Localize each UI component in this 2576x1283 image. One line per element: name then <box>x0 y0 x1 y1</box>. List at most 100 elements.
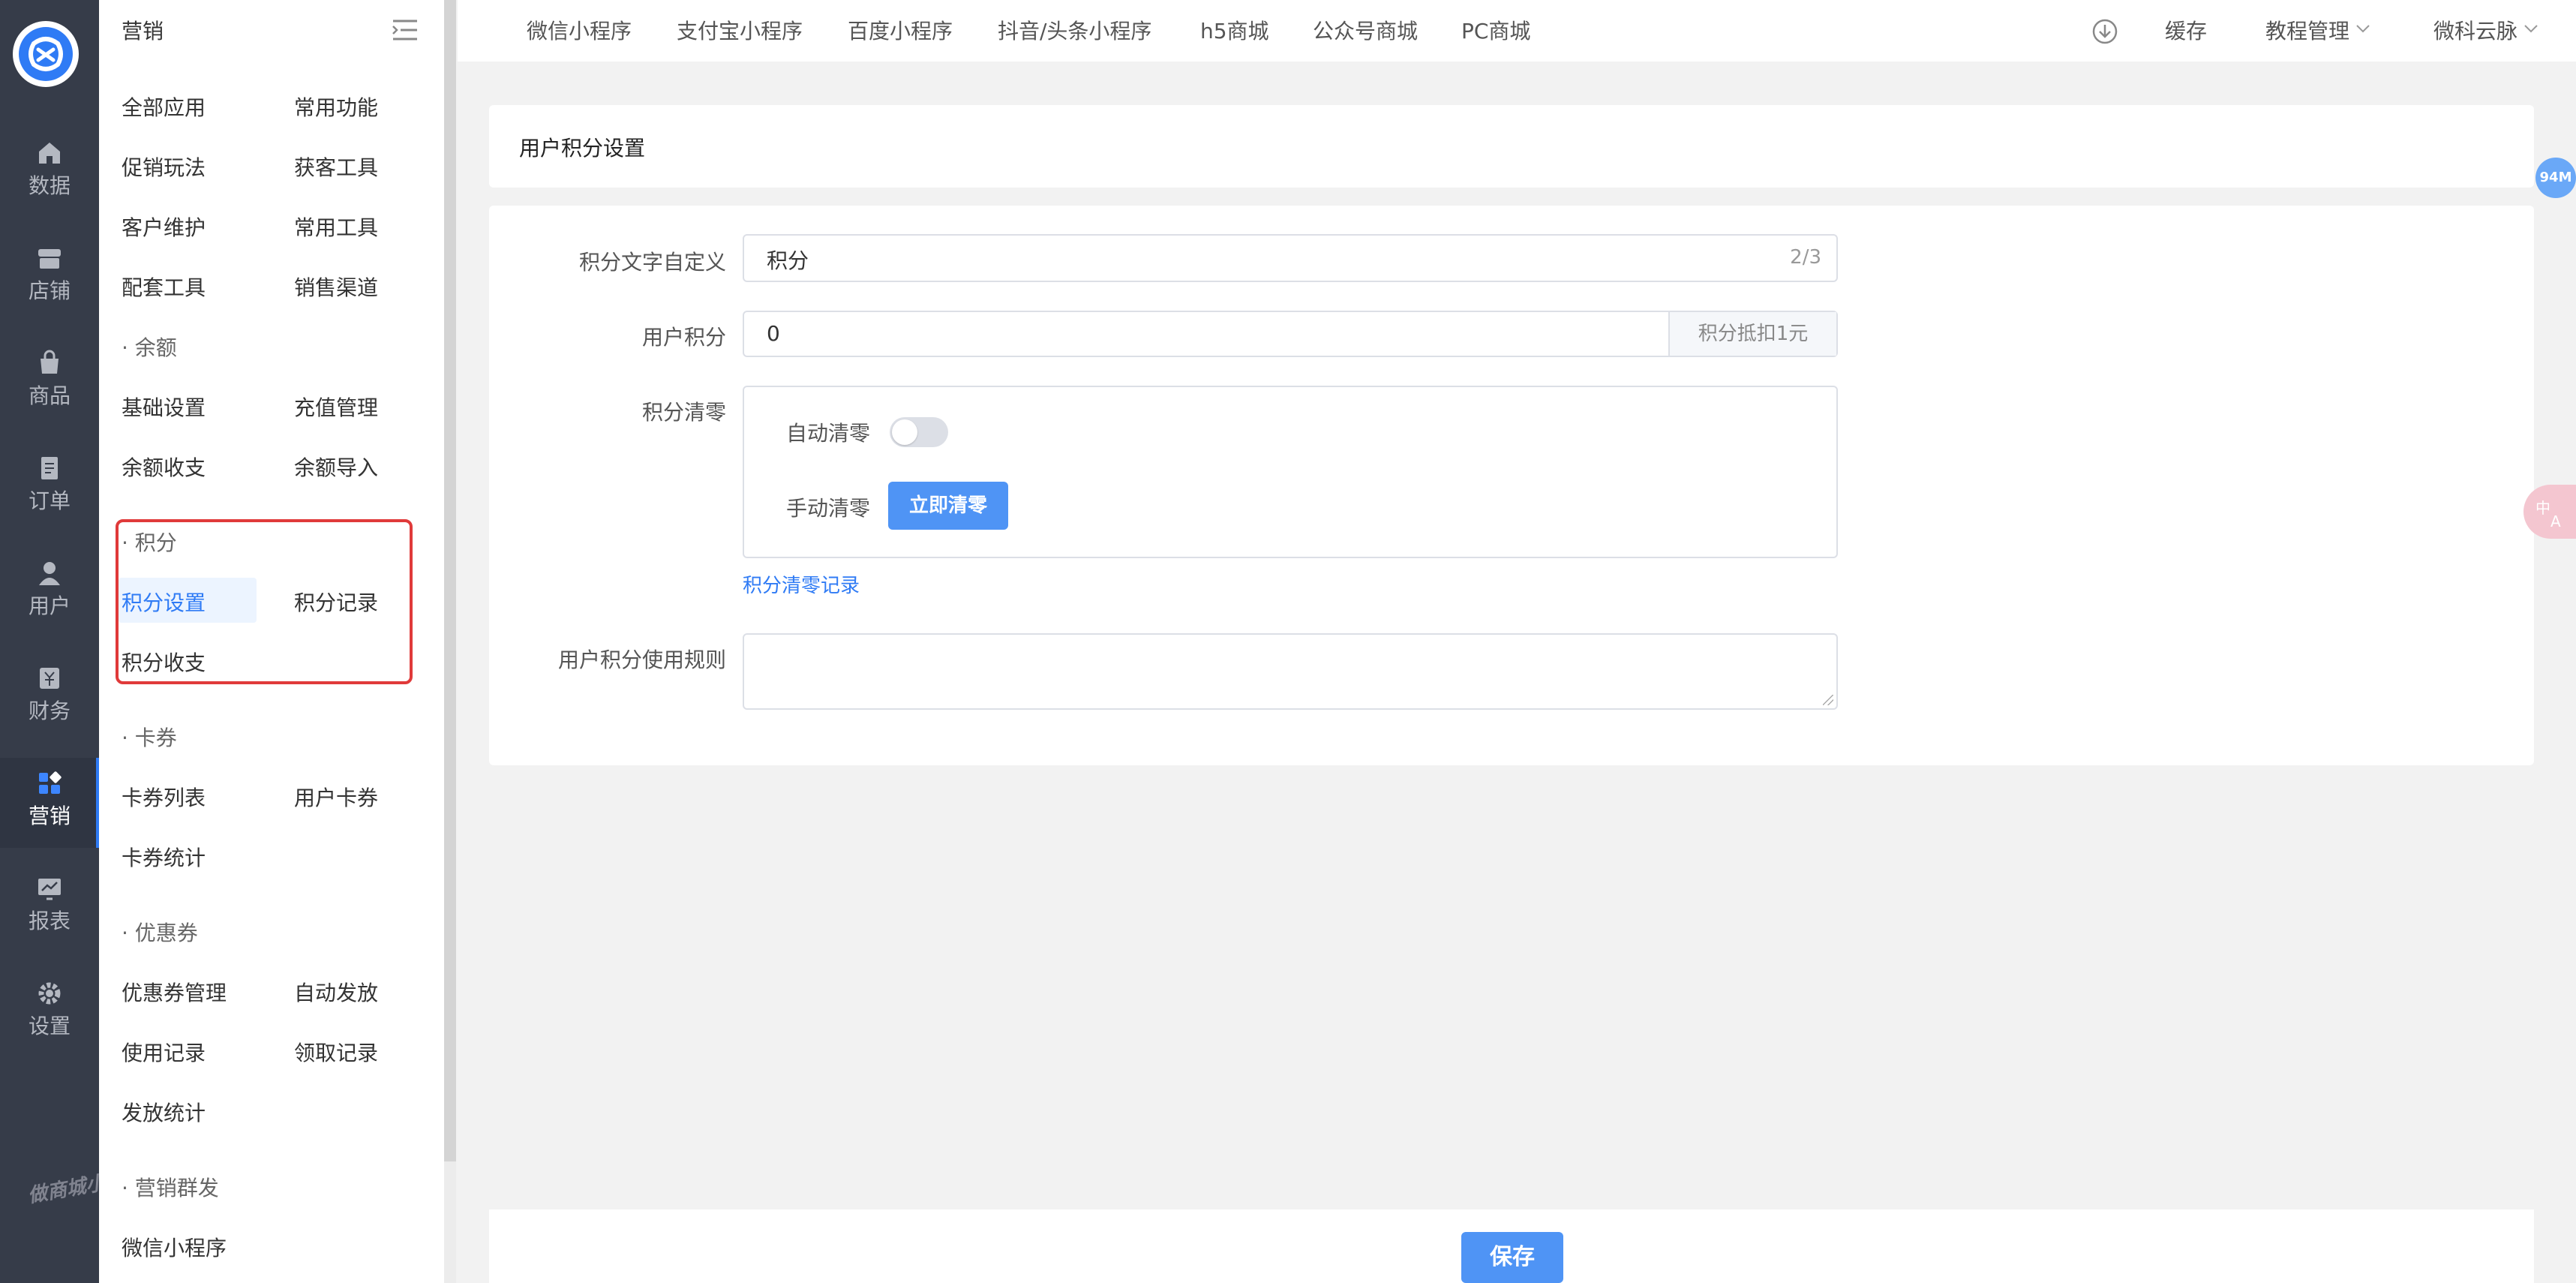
submenu-group-balance: · 余额 <box>122 335 177 360</box>
submenu-item[interactable]: 获客工具 <box>294 152 378 182</box>
tab-baidu-miniapp[interactable]: 百度小程序 <box>848 15 953 45</box>
clear-record-link[interactable]: 积分清零记录 <box>743 570 860 598</box>
rail-item-store[interactable]: 店铺 <box>0 233 99 323</box>
submenu-item-points-records[interactable]: 积分记录 <box>294 587 378 617</box>
svg-text:A: A <box>2550 512 2561 530</box>
chevron-down-icon <box>2524 25 2538 33</box>
chevron-down-icon <box>2356 25 2370 33</box>
submenu-item[interactable]: 发放统计 <box>122 1097 206 1127</box>
app-logo[interactable] <box>13 21 79 87</box>
svg-text:中: 中 <box>2535 499 2550 517</box>
submenu-item[interactable]: 配套工具 <box>122 272 206 302</box>
auto-clear-switch[interactable] <box>890 417 948 447</box>
logo-icon <box>29 37 63 71</box>
rail-item-data[interactable]: 数据 <box>0 128 99 218</box>
submenu-item[interactable]: 客户维护 <box>122 212 206 242</box>
rail-item-reports[interactable]: 报表 <box>0 863 99 953</box>
rail-item-goods[interactable]: 商品 <box>0 338 99 428</box>
tutorial-menu[interactable]: 教程管理 <box>2265 15 2349 45</box>
submenu-group-coupons: · 优惠券 <box>122 921 198 945</box>
submenu-item-points-settings[interactable]: 积分设置 <box>122 587 206 617</box>
rail-item-orders[interactable]: 订单 <box>0 443 99 533</box>
tab-douyin-miniapp[interactable]: 抖音/头条小程序 <box>998 15 1151 45</box>
tab-wechat-miniapp[interactable]: 微信小程序 <box>527 15 632 45</box>
translate-icon: 中 A <box>2535 499 2561 530</box>
rail-item-settings[interactable]: 设置 <box>0 968 99 1058</box>
bag-icon <box>41 350 59 374</box>
rail-item-label: 店铺 <box>28 278 71 303</box>
submenu-item-points-ledger[interactable]: 积分收支 <box>122 647 206 677</box>
points-deduct-append: 积分抵扣1元 <box>1668 312 1836 356</box>
account-menu[interactable]: 微科云脉 <box>2433 15 2517 45</box>
tab-alipay-miniapp[interactable]: 支付宝小程序 <box>677 15 803 45</box>
user-points-value: 0 <box>767 321 780 346</box>
cache-button[interactable]: 缓存 <box>2165 15 2207 45</box>
auto-clear-label: 自动清零 <box>785 421 870 446</box>
points-text-value: 积分 <box>767 248 809 273</box>
rail-item-label: 财务 <box>28 699 71 723</box>
user-icon <box>39 562 60 585</box>
rail-item-finance[interactable]: 财务 <box>0 653 99 743</box>
rail-item-label: 数据 <box>28 173 71 198</box>
submenu-group-cards: · 卡券 <box>122 726 177 750</box>
submenu-item[interactable]: 余额导入 <box>294 452 378 482</box>
submenu-item[interactable]: 卡券列表 <box>122 782 206 812</box>
tab-pc-mall[interactable]: PC商城 <box>1461 15 1530 45</box>
submenu-item[interactable]: 优惠券管理 <box>122 977 227 1007</box>
char-counter: 2/3 <box>1790 246 1821 269</box>
memory-badge[interactable]: 94M <box>2535 158 2576 198</box>
main-nav-rail: 数据 店铺 商品 订单 用户 财务 营销 报表 设置 做商城小程序 百度搜微科云… <box>0 0 287 1283</box>
user-points-input[interactable]: 0 积分抵扣1元 <box>743 311 1838 357</box>
resize-handle-icon[interactable] <box>1823 695 1833 705</box>
submenu-title: 营销 <box>122 19 164 44</box>
submenu-item[interactable]: 使用记录 <box>122 1037 206 1067</box>
submenu-group-points: · 积分 <box>122 530 177 555</box>
grid-icon <box>39 771 62 794</box>
points-text-label: 积分文字自定义 <box>578 250 726 275</box>
translate-button[interactable]: 中 A <box>2523 485 2576 539</box>
finance-icon <box>40 668 59 689</box>
tab-h5-mall[interactable]: h5商城 <box>1200 15 1269 45</box>
rules-textarea[interactable] <box>743 633 1838 710</box>
switch-knob <box>892 419 917 445</box>
rail-item-label: 用户 <box>28 593 71 618</box>
page-title: 用户积分设置 <box>519 136 646 161</box>
rail-item-label: 报表 <box>28 909 71 933</box>
submenu-item[interactable]: 微信小程序 <box>122 1232 227 1262</box>
submenu-item[interactable]: 常用工具 <box>294 212 378 242</box>
clear-now-button[interactable]: 立即清零 <box>888 482 1008 530</box>
submenu-item[interactable]: 领取记录 <box>294 1037 378 1067</box>
manual-clear-label: 手动清零 <box>785 496 870 521</box>
rail-item-label: 商品 <box>28 383 71 408</box>
submenu-item[interactable]: 充值管理 <box>294 392 378 422</box>
submenu-item[interactable]: 销售渠道 <box>294 272 378 302</box>
top-bar: 微信小程序 支付宝小程序 百度小程序 抖音/头条小程序 h5商城 公众号商城 P… <box>458 0 2576 62</box>
rail-item-marketing[interactable]: 营销 <box>0 758 99 848</box>
submenu-item[interactable]: 用户卡券 <box>294 782 378 812</box>
submenu-item[interactable]: 余额收支 <box>122 452 206 482</box>
submenu-item[interactable]: 基础设置 <box>122 392 206 422</box>
rail-item-label: 订单 <box>28 488 71 513</box>
points-clear-panel <box>743 386 1838 558</box>
rules-label: 用户积分使用规则 <box>557 648 726 672</box>
submenu-item[interactable]: 常用功能 <box>294 92 378 122</box>
user-points-label: 用户积分 <box>641 325 726 350</box>
save-button[interactable]: 保存 <box>1461 1232 1563 1283</box>
store-icon <box>38 249 61 269</box>
rail-item-label: 营销 <box>28 804 71 828</box>
points-text-input[interactable]: 积分 2/3 <box>743 234 1838 282</box>
tab-official-account-mall[interactable]: 公众号商城 <box>1313 15 1418 45</box>
submenu-item[interactable]: 卡券统计 <box>122 842 206 872</box>
gear-icon <box>38 982 61 1005</box>
submenu-group-mass-send: · 营销群发 <box>122 1176 219 1200</box>
submenu-item[interactable]: 自动发放 <box>294 977 378 1007</box>
download-icon[interactable] <box>2091 18 2118 45</box>
chart-icon <box>38 879 61 900</box>
submenu-item[interactable]: 全部应用 <box>122 92 206 122</box>
submenu-item[interactable]: 促销玩法 <box>122 152 206 182</box>
home-icon <box>39 143 60 164</box>
rail-item-users[interactable]: 用户 <box>0 548 99 638</box>
submenu-scrollbar[interactable] <box>444 0 456 1161</box>
rail-item-label: 设置 <box>28 1014 71 1038</box>
menu-collapse-icon[interactable] <box>392 18 419 42</box>
